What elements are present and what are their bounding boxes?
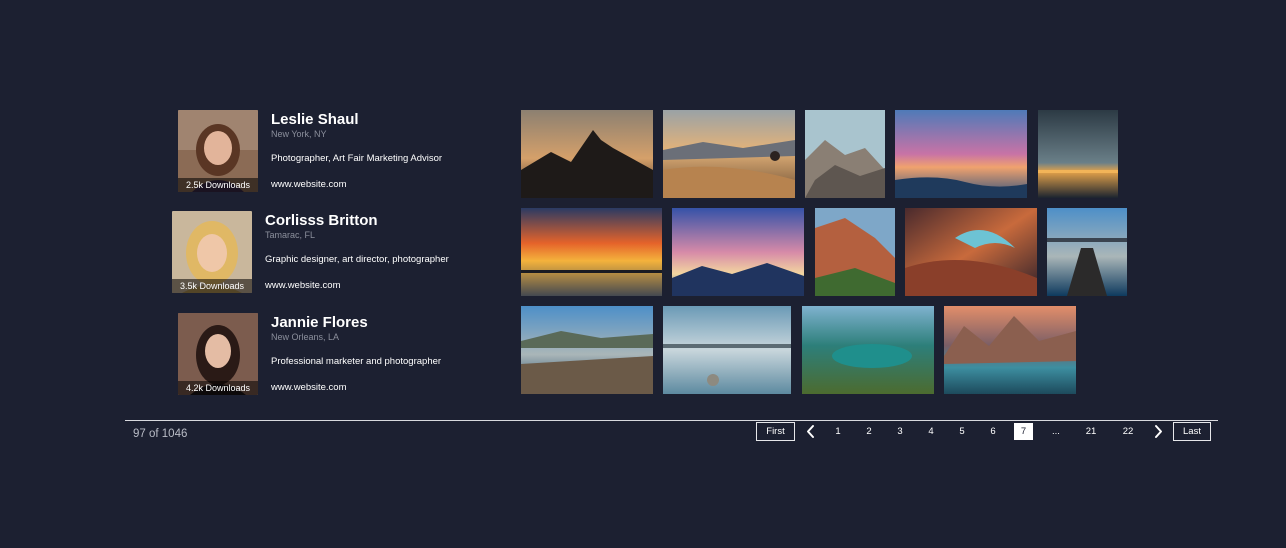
photo-red-canyon-waterfall[interactable] <box>815 208 895 296</box>
photo-fiery-sunset-lake[interactable] <box>521 208 662 296</box>
photo-rocky-cliff[interactable] <box>805 110 885 198</box>
divider <box>125 420 1218 421</box>
page-number[interactable]: 22 <box>1118 423 1138 440</box>
profile-location: Tamarac, FL <box>265 230 316 240</box>
photo-moraine-lake-sunset[interactable] <box>944 306 1076 394</box>
page-ellipsis: ... <box>1052 426 1060 437</box>
page-number[interactable]: 4 <box>923 423 939 440</box>
profile-website-link[interactable]: www.website.com <box>265 280 505 292</box>
downloads-badge: 4.2k Downloads <box>178 381 258 395</box>
profile-website-link[interactable]: www.website.com <box>271 382 511 394</box>
page-number[interactable]: 5 <box>954 423 970 440</box>
downloads-badge: 2.5k Downloads <box>178 178 258 192</box>
result-count: 97 of 1046 <box>133 428 188 440</box>
page-number[interactable]: 3 <box>892 423 908 440</box>
avatar[interactable]: 2.5k Downloads <box>178 110 258 192</box>
profile-name[interactable]: Jannie Flores <box>271 313 511 332</box>
chevron-right-icon[interactable] <box>1151 423 1165 440</box>
page-number[interactable]: 2 <box>861 423 877 440</box>
photo-railway-lake-mountains[interactable] <box>521 306 653 394</box>
photo-purple-cloud-mountains[interactable] <box>672 208 804 296</box>
profile-bio: Graphic designer, art director, photogra… <box>265 254 449 265</box>
last-page-button[interactable]: Last <box>1173 422 1211 441</box>
profile-name[interactable]: Leslie Shaul <box>271 110 511 129</box>
page-number[interactable]: 21 <box>1081 423 1101 440</box>
photo-mountain-silhouette-sunset[interactable] <box>521 110 653 198</box>
profile-card: 4.2k Downloads Jannie Flores New Orleans… <box>178 313 518 395</box>
profile-location: New Orleans, LA <box>271 332 340 342</box>
profile-card: 2.5k Downloads Leslie Shaul New York, NY… <box>178 110 518 192</box>
profile-card: 3.5k Downloads Corlisss Britton Tamarac,… <box>172 211 518 293</box>
photo-emerald-bay[interactable] <box>802 306 934 394</box>
page-number[interactable]: 1 <box>830 423 846 440</box>
profile-bio: Professional marketer and photographer <box>271 356 442 367</box>
photo-pink-sunset-beach[interactable] <box>895 110 1027 198</box>
photo-lake-pier[interactable] <box>1047 208 1127 296</box>
avatar[interactable]: 3.5k Downloads <box>172 211 252 293</box>
profile-website-link[interactable]: www.website.com <box>271 179 511 191</box>
chevron-left-icon[interactable] <box>804 423 818 440</box>
photo-dark-sky-coast-lights[interactable] <box>1038 110 1118 198</box>
first-page-button[interactable]: First <box>756 422 795 441</box>
downloads-badge: 3.5k Downloads <box>172 279 252 293</box>
photo-desert-dunes-person[interactable] <box>663 110 795 198</box>
profile-name[interactable]: Corlisss Britton <box>265 211 505 230</box>
page-number[interactable]: 6 <box>985 423 1001 440</box>
photo-calm-lake-stones[interactable] <box>663 306 791 394</box>
avatar[interactable]: 4.2k Downloads <box>178 313 258 395</box>
profile-bio: Photographer, Art Fair Marketing Advisor <box>271 153 443 164</box>
profile-location: New York, NY <box>271 129 327 139</box>
photo-antelope-canyon[interactable] <box>905 208 1037 296</box>
current-page-number[interactable]: 7 <box>1014 423 1033 440</box>
